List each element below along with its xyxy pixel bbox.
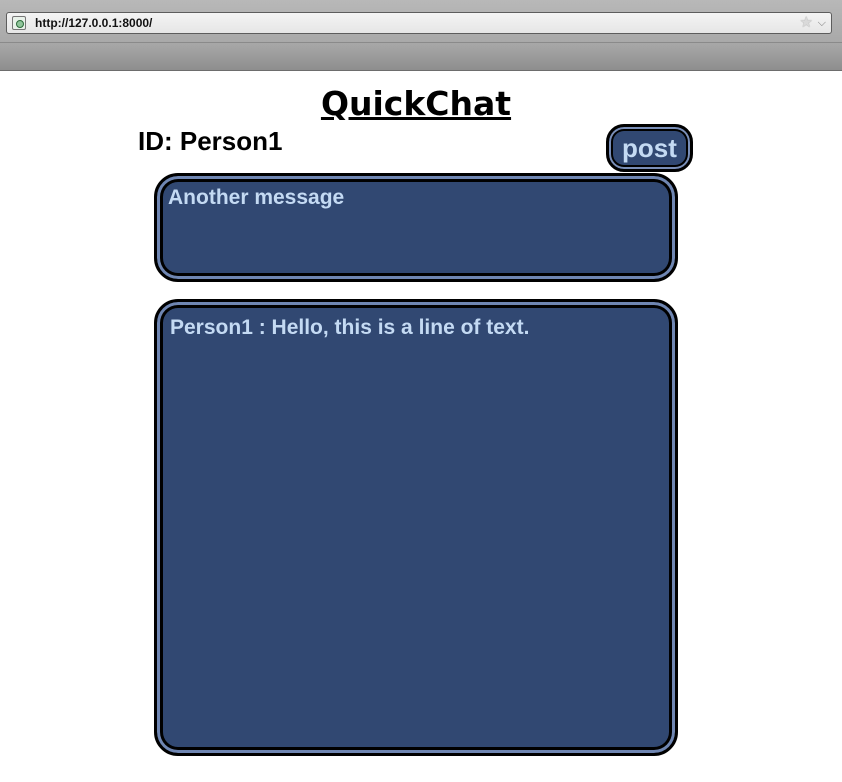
chat-log: Person1 : Hello, this is a line of text.	[154, 299, 678, 756]
url-text[interactable]: http://127.0.0.1:8000/	[35, 16, 152, 30]
post-button[interactable]: post	[606, 124, 693, 172]
message-input-panel: Another message	[154, 173, 678, 282]
browser-toolbar: http://127.0.0.1:8000/ ★ ⌵	[0, 0, 842, 71]
chat-message: Person1 : Hello, this is a line of text.	[170, 316, 530, 339]
page-title: QuickChat	[320, 84, 512, 123]
bookmark-star-icon[interactable]: ★	[800, 14, 813, 32]
user-id-label: ID: Person1	[138, 126, 283, 156]
address-bar[interactable]: http://127.0.0.1:8000/ ★ ⌵	[6, 12, 832, 34]
site-favicon-icon	[12, 16, 26, 30]
toolbar-divider	[0, 42, 842, 43]
chevron-down-icon[interactable]: ⌵	[818, 14, 826, 32]
message-input[interactable]: Another message	[168, 185, 664, 269]
